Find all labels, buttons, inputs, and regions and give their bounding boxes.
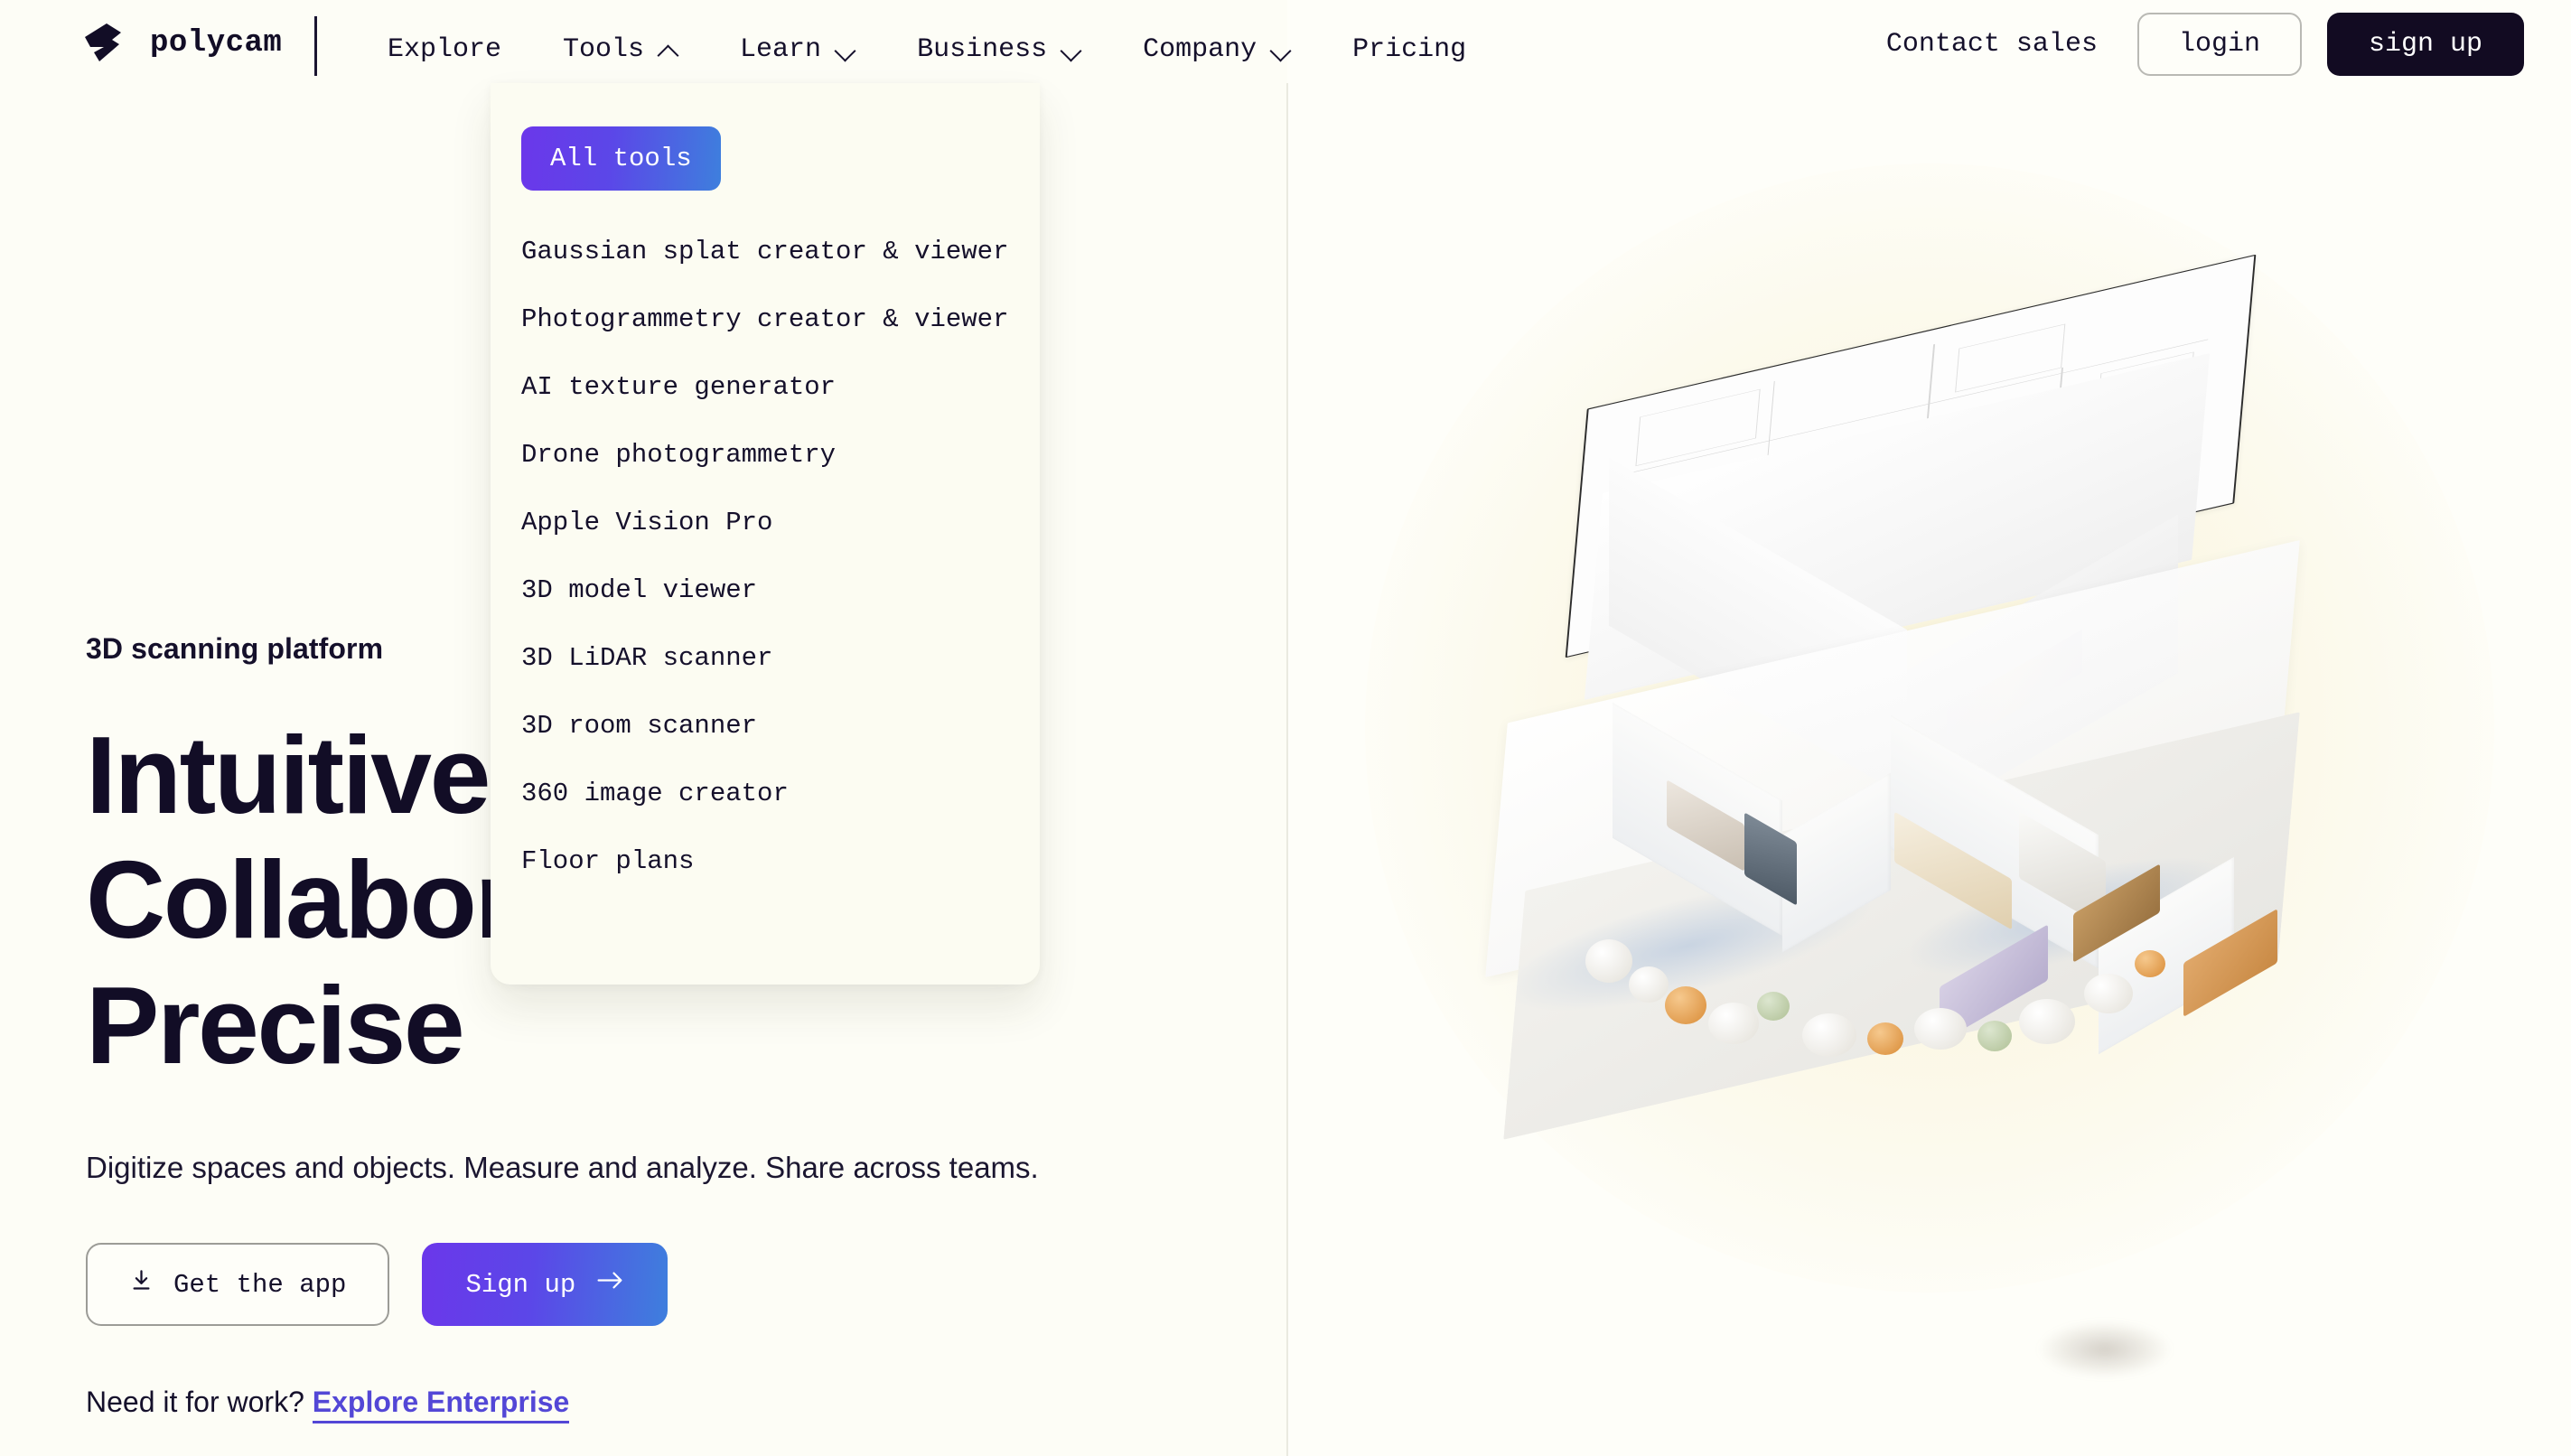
chevron-down-icon xyxy=(836,40,855,60)
hero-cta-row: Get the app Sign up xyxy=(86,1243,1215,1327)
nav-item-learn[interactable]: Learn xyxy=(709,25,886,74)
menu-item-photogrammetry[interactable]: Photogrammetry creator & viewer xyxy=(491,285,1040,353)
header-divider xyxy=(314,16,317,76)
chevron-up-icon xyxy=(659,40,678,60)
nav-item-company[interactable]: Company xyxy=(1112,25,1322,74)
menu-item-gaussian-splat[interactable]: Gaussian splat creator & viewer xyxy=(491,218,1040,285)
nav-label-pricing: Pricing xyxy=(1352,34,1467,65)
get-the-app-button[interactable]: Get the app xyxy=(86,1243,390,1327)
nav-label-company: Company xyxy=(1143,34,1257,65)
hero-subhead: Digitize spaces and objects. Measure and… xyxy=(86,1151,1039,1185)
menu-item-apple-vision-pro[interactable]: Apple Vision Pro xyxy=(491,489,1040,556)
site-header: polycam Explore Tools Learn Business Com… xyxy=(0,0,2571,98)
nav-item-business[interactable]: Business xyxy=(886,25,1112,74)
menu-item-3d-model-viewer[interactable]: 3D model viewer xyxy=(491,556,1040,624)
contact-sales-link[interactable]: Contact sales xyxy=(1863,16,2121,72)
arrow-right-icon xyxy=(595,1268,624,1301)
nav-label-tools: Tools xyxy=(563,34,645,65)
scan-interior-layer xyxy=(1531,668,2299,1378)
polycam-logo-icon xyxy=(79,20,126,67)
menu-item-3d-room-scanner[interactable]: 3D room scanner xyxy=(491,692,1040,760)
enterprise-row: Need it for work? Explore Enterprise xyxy=(86,1386,1215,1424)
hero-signup-label: Sign up xyxy=(465,1269,576,1300)
all-tools-pill[interactable]: All tools xyxy=(521,126,721,191)
menu-item-floor-plans[interactable]: Floor plans xyxy=(491,827,1040,895)
signup-button[interactable]: sign up xyxy=(2326,13,2524,76)
brand-logo[interactable]: polycam xyxy=(79,20,282,67)
tools-menu-list: Gaussian splat creator & viewer Photogra… xyxy=(491,218,1040,895)
chevron-down-icon xyxy=(1271,40,1291,60)
tools-dropdown-panel: All tools Gaussian splat creator & viewe… xyxy=(491,83,1040,985)
nav-label-learn: Learn xyxy=(740,34,822,65)
download-icon xyxy=(129,1268,154,1301)
main-nav: Explore Tools Learn Business Company Pri… xyxy=(357,25,1497,74)
nav-item-pricing[interactable]: Pricing xyxy=(1322,25,1497,74)
explore-enterprise-link[interactable]: Explore Enterprise xyxy=(312,1386,570,1424)
menu-item-3d-lidar-scanner[interactable]: 3D LiDAR scanner xyxy=(491,624,1040,692)
get-the-app-label: Get the app xyxy=(173,1269,347,1300)
login-button[interactable]: login xyxy=(2136,13,2302,76)
nav-item-explore[interactable]: Explore xyxy=(357,25,532,74)
menu-item-drone-photogrammetry[interactable]: Drone photogrammetry xyxy=(491,421,1040,489)
page-root: polycam Explore Tools Learn Business Com… xyxy=(0,0,2571,1456)
nav-label-business: Business xyxy=(917,34,1048,65)
menu-item-360-image-creator[interactable]: 360 image creator xyxy=(491,760,1040,827)
menu-item-ai-texture-generator[interactable]: AI texture generator xyxy=(491,353,1040,421)
exploded-3d-scan-illustration xyxy=(1485,244,2371,1378)
header-actions: Contact sales login sign up xyxy=(1863,13,2524,76)
enterprise-prefix: Need it for work? xyxy=(86,1386,304,1419)
hero-signup-button[interactable]: Sign up xyxy=(422,1243,668,1327)
chevron-down-icon xyxy=(1061,40,1081,60)
brand-name: polycam xyxy=(150,26,283,61)
section-divider xyxy=(1286,83,1288,1456)
nav-item-tools[interactable]: Tools xyxy=(532,25,709,74)
hero-illustration-panel xyxy=(1287,0,2571,1456)
nav-label-explore: Explore xyxy=(388,34,502,65)
